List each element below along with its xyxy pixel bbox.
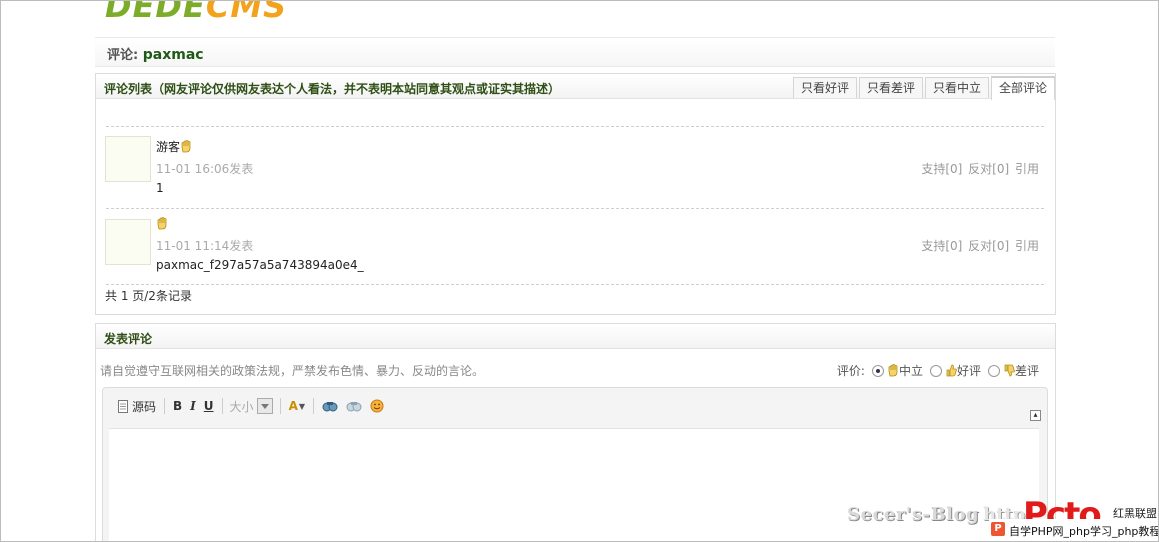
link-button[interactable]: [318, 396, 342, 416]
editor-toolbar: 源码 B I U 大小 A ▼: [113, 396, 388, 416]
maximize-icon[interactable]: ▴: [1030, 410, 1041, 421]
avatar: [105, 219, 151, 265]
bold-button[interactable]: B: [169, 396, 186, 416]
smiley-icon: [370, 399, 384, 413]
browser-viewport: DEDECMS 评论: paxmac 评论列表（网友评论仅供网友表达个人看法，并…: [0, 0, 1159, 542]
source-label: 源码: [132, 399, 157, 414]
neutral-hand-icon: [157, 217, 167, 230]
post-comment-header: 发表评论: [96, 324, 1055, 349]
oppose-link[interactable]: 反对[0]: [968, 239, 1009, 253]
comment-author-name: 游客: [156, 140, 181, 154]
logo-text-cms: CMS: [205, 0, 288, 25]
rating-group: 评价: 中立 好评 差评: [837, 362, 1039, 379]
footer-text: 自学PHP网_php学习_php教程: [1009, 525, 1159, 538]
support-link[interactable]: 支持[0]: [921, 239, 962, 253]
divider: [106, 284, 1044, 285]
font-size-label: 大小: [229, 399, 254, 414]
thumbs-up-icon: [946, 364, 957, 377]
link-icon: [322, 402, 338, 412]
rating-option-bad[interactable]: 差评: [985, 362, 1039, 379]
comment-filter-tabs: 只看好评 只看差评 只看中立 全部评论: [791, 76, 1055, 100]
comment-author: [156, 217, 168, 231]
radio-bad[interactable]: [987, 364, 1000, 377]
underline-button[interactable]: U: [200, 396, 218, 416]
article-name: paxmac: [142, 47, 204, 63]
unlink-button[interactable]: [342, 396, 366, 416]
policy-notice: 请自觉遵守互联网相关的政策法规，严禁发布色情、暴力、反动的言论。: [100, 364, 485, 378]
logo-text-dede: DEDE: [105, 0, 206, 25]
avatar: [105, 136, 151, 182]
quote-link[interactable]: 引用: [1015, 239, 1039, 253]
support-link[interactable]: 支持[0]: [921, 162, 962, 176]
post-comment-title: 发表评论: [104, 332, 153, 346]
blog-watermark: Secer's-Blog: [847, 504, 980, 525]
title-label: 评论:: [107, 48, 139, 63]
font-color-button[interactable]: A ▼: [285, 396, 309, 416]
tab-all-comments[interactable]: 全部评论: [990, 76, 1055, 100]
radio-neutral[interactable]: [871, 364, 884, 377]
source-button[interactable]: 源码: [113, 396, 160, 416]
chevron-down-icon: [256, 398, 273, 414]
neutral-hand-icon: [888, 364, 898, 377]
comment-actions: 支持[0] 反对[0] 引用: [919, 160, 1039, 177]
tab-bad-comments[interactable]: 只看差评: [858, 77, 923, 98]
divider: [106, 126, 1044, 127]
toolbar-separator: [164, 398, 166, 414]
rating-neutral-label: 中立: [898, 364, 923, 378]
thumbs-down-icon: [1004, 364, 1015, 377]
comment-time: 11-01 11:14发表: [156, 239, 254, 253]
rating-option-good[interactable]: 好评: [927, 362, 981, 379]
page-title-bar: 评论: paxmac: [95, 37, 1055, 67]
italic-button[interactable]: I: [186, 396, 200, 416]
comment-actions: 支持[0] 反对[0] 引用: [919, 237, 1039, 254]
page-title: 评论: paxmac: [107, 44, 204, 63]
rating-option-neutral[interactable]: 中立: [869, 362, 923, 379]
comment-body: paxmac_f297a57a5a743894a0e4_: [156, 258, 364, 272]
comment-list-panel: 评论列表（网友评论仅供网友表达个人看法，并不表明本站同意其观点或证实其描述） 只…: [95, 73, 1056, 315]
tab-neutral-comments[interactable]: 只看中立: [924, 77, 989, 98]
comment-time: 11-01 16:06发表: [156, 162, 254, 176]
divider: [106, 208, 1044, 209]
quote-link[interactable]: 引用: [1015, 162, 1039, 176]
font-color-label: A: [288, 399, 298, 413]
unlink-icon: [346, 402, 362, 412]
emoticon-button[interactable]: [366, 396, 388, 416]
radio-good[interactable]: [929, 364, 942, 377]
document-icon: [118, 399, 128, 413]
pagination-info: 共 1 页/2条记录: [105, 289, 192, 303]
toolbar-separator: [279, 398, 281, 414]
comment-body: 1: [156, 181, 164, 195]
toolbar-separator: [313, 398, 315, 414]
rating-label: 评价:: [836, 364, 865, 378]
rating-bad-label: 差评: [1014, 364, 1039, 378]
font-size-select[interactable]: 大小: [227, 398, 276, 415]
comment-author: 游客: [156, 138, 192, 155]
toolbar-separator: [221, 398, 223, 414]
oppose-link[interactable]: 反对[0]: [968, 162, 1009, 176]
rating-good-label: 好评: [956, 364, 981, 378]
neutral-hand-icon: [181, 140, 191, 153]
footer-banner: P 自学PHP网_php学习_php教程: [989, 519, 1159, 541]
caret-down-icon: ▼: [298, 401, 306, 411]
comment-list-title: 评论列表（网友评论仅供网友表达个人看法，并不表明本站同意其观点或证实其描述）: [104, 82, 561, 96]
comment-list-header: 评论列表（网友评论仅供网友表达个人看法，并不表明本站同意其观点或证实其描述） 只…: [96, 74, 1055, 100]
tab-good-comments[interactable]: 只看好评: [792, 77, 857, 98]
php-icon: P: [991, 522, 1005, 536]
site-logo[interactable]: DEDECMS: [105, 0, 288, 25]
